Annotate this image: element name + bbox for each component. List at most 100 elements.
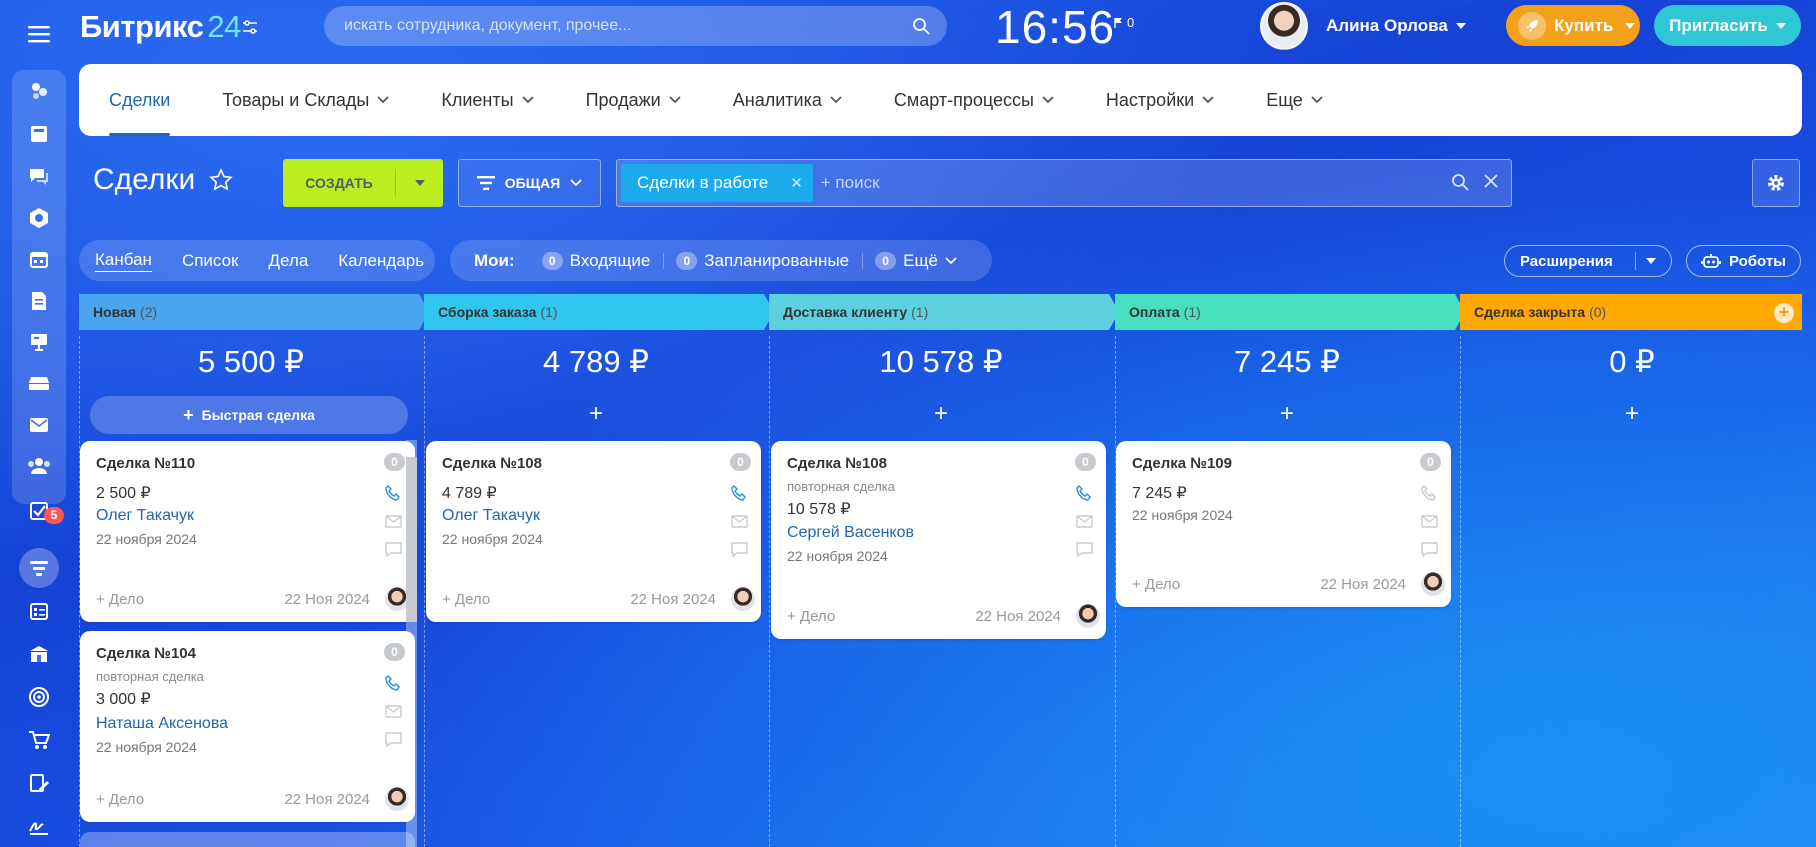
goals-icon[interactable]	[24, 682, 54, 712]
doc-sign-icon[interactable]	[24, 768, 54, 798]
scrollbar-thumb[interactable]	[406, 457, 417, 622]
phone-icon[interactable]	[729, 483, 749, 503]
filter-preset-button[interactable]: ОБЩАЯ	[458, 159, 601, 207]
search-icon[interactable]	[911, 16, 931, 36]
signature-icon[interactable]	[24, 810, 54, 840]
quick-deal-button[interactable]: + Быстрая сделка	[90, 396, 408, 434]
invite-button[interactable]: Пригласить	[1654, 5, 1801, 46]
robots-button[interactable]: Роботы	[1686, 245, 1801, 277]
buy-button[interactable]: Купить	[1506, 5, 1640, 46]
view-list[interactable]: Список	[182, 251, 239, 271]
extensions-button[interactable]: Расширения	[1504, 245, 1672, 277]
add-deal-button[interactable]: +	[1460, 400, 1804, 428]
nav-sales[interactable]: Продажи	[586, 64, 681, 136]
comment-icon[interactable]	[1074, 539, 1094, 559]
nav-clients[interactable]: Клиенты	[441, 64, 534, 136]
board-icon[interactable]	[24, 327, 54, 357]
deal-card[interactable]: Сделка №104 0 повторная сделка 3 000 ₽ Н…	[80, 631, 415, 822]
deal-client[interactable]: Сергей Васенков	[787, 524, 914, 542]
scroll-up-arrow[interactable]	[407, 444, 415, 449]
add-activity-link[interactable]: + Дело	[1132, 576, 1180, 593]
responsible-avatar[interactable]	[1421, 572, 1445, 596]
add-activity-link[interactable]: + Дело	[442, 591, 490, 608]
nav-more[interactable]: Еще	[1266, 64, 1323, 136]
view-calendar[interactable]: Календарь	[338, 251, 424, 271]
storage-icon[interactable]	[24, 368, 54, 398]
crm-funnel-icon[interactable]	[19, 548, 59, 588]
mail-icon[interactable]	[1419, 511, 1439, 531]
add-deal-button[interactable]: +	[769, 400, 1113, 428]
comment-icon[interactable]	[1419, 539, 1439, 559]
bitrix-icon[interactable]	[24, 203, 54, 233]
stage-header[interactable]: Сделка закрыта (0) +	[1460, 294, 1802, 330]
stage-header[interactable]: Оплата (1)	[1115, 294, 1465, 330]
add-deal-button[interactable]: +	[1115, 400, 1459, 428]
settings-button[interactable]	[1752, 159, 1800, 207]
phone-icon[interactable]	[1419, 483, 1439, 503]
mail-icon[interactable]	[1074, 511, 1094, 531]
stage-header[interactable]: Сборка заказа (1)	[424, 294, 774, 330]
stage-header[interactable]: Доставка клиенту (1)	[769, 294, 1119, 330]
comment-icon[interactable]	[729, 539, 749, 559]
nav-products[interactable]: Товары и Склады	[222, 64, 390, 136]
deal-title[interactable]: Сделка №110	[96, 455, 195, 472]
burger-menu-icon[interactable]	[27, 24, 51, 44]
view-activities[interactable]: Дела	[269, 251, 309, 271]
employees-icon[interactable]	[24, 451, 54, 481]
deal-client[interactable]: Олег Такачук	[442, 507, 540, 525]
add-stage-icon[interactable]: +	[1774, 303, 1794, 323]
chat-icon[interactable]	[24, 161, 54, 191]
deal-card[interactable]: Сделка №108 0 повторная сделка 10 578 ₽ …	[771, 441, 1106, 639]
add-activity-link[interactable]: + Дело	[96, 591, 144, 608]
deal-client[interactable]: Олег Такачук	[96, 507, 194, 525]
logo[interactable]: Битрикс 24	[80, 9, 241, 45]
counter-incoming[interactable]: 0 Входящие	[529, 251, 664, 271]
search-icon[interactable]	[1451, 173, 1469, 191]
nav-analytics[interactable]: Аналитика	[733, 64, 842, 136]
calendar-icon[interactable]	[24, 244, 54, 274]
store-icon[interactable]	[24, 639, 54, 669]
comment-icon[interactable]	[383, 729, 403, 749]
stage-header[interactable]: Новая (2)	[79, 294, 429, 330]
nav-smart-processes[interactable]: Смарт-процессы	[894, 64, 1054, 136]
clock[interactable]: 16:56	[995, 0, 1115, 54]
deal-title[interactable]: Сделка №108	[787, 455, 887, 472]
mail-icon[interactable]	[729, 511, 749, 531]
phone-icon[interactable]	[1074, 483, 1094, 503]
counter-planned[interactable]: 0 Запланированные	[663, 251, 862, 271]
deal-card[interactable]: Сделка №110 0 2 500 ₽ Олег Такачук 22 но…	[80, 441, 415, 622]
nav-settings[interactable]: Настройки	[1106, 64, 1214, 136]
filter-search-input[interactable]: + поиск	[821, 173, 880, 193]
nav-deals[interactable]: Сделки	[109, 64, 171, 136]
add-deal-button[interactable]: +	[424, 400, 768, 428]
mail-icon[interactable]	[24, 410, 54, 440]
counter-more[interactable]: 0 Ещё	[862, 251, 970, 271]
clear-icon[interactable]	[1483, 173, 1499, 189]
phone-icon[interactable]	[383, 483, 403, 503]
deal-title[interactable]: Сделка №109	[1132, 455, 1232, 472]
add-activity-link[interactable]: + Дело	[787, 608, 835, 625]
responsible-avatar[interactable]	[731, 587, 755, 611]
mail-icon[interactable]	[383, 511, 403, 531]
global-search-input[interactable]: искать сотрудника, документ, прочее...	[324, 6, 947, 46]
phone-icon[interactable]	[383, 673, 403, 693]
deal-card[interactable]: Сделка №109 0 7 245 ₽ 22 ноября 2024 + Д…	[1116, 441, 1451, 607]
responsible-avatar[interactable]	[1076, 604, 1100, 628]
filter-search-field[interactable]: Сделки в работе ✕ + поиск	[616, 159, 1512, 207]
filter-chip[interactable]: Сделки в работе ✕	[621, 164, 813, 202]
create-button[interactable]: СОЗДАТЬ	[283, 159, 443, 207]
crm-forms-icon[interactable]	[24, 596, 54, 626]
cart-icon[interactable]	[24, 725, 54, 755]
sliders-icon[interactable]	[240, 17, 260, 37]
chevron-down-icon[interactable]	[1645, 258, 1656, 264]
user-menu[interactable]: Алина Орлова	[1326, 16, 1466, 36]
deal-title[interactable]: Сделка №104	[96, 645, 196, 662]
deal-title[interactable]: Сделка №108	[442, 455, 542, 472]
create-dropdown-button[interactable]	[396, 180, 443, 186]
user-avatar[interactable]	[1260, 2, 1308, 50]
news-icon[interactable]	[24, 119, 54, 149]
mail-icon[interactable]	[383, 701, 403, 721]
star-icon[interactable]	[209, 168, 234, 192]
view-kanban[interactable]: Канбан	[95, 250, 152, 272]
feed-icon[interactable]	[24, 76, 54, 106]
